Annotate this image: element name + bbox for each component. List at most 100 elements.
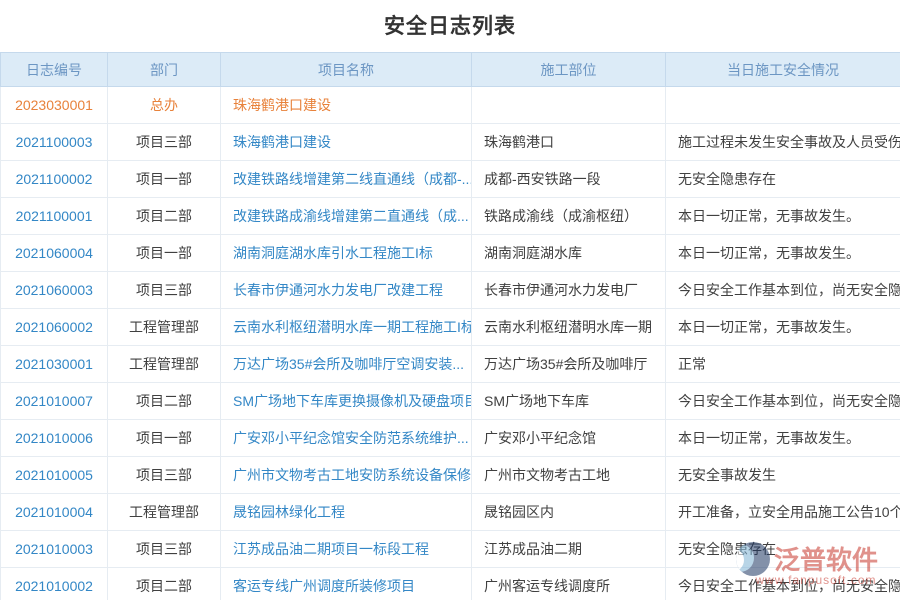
project-name-cell: 云南水利枢纽潜明水库一期工程施工I标 (221, 309, 472, 346)
log-id-link[interactable]: 2021010007 (15, 393, 93, 409)
log-id-cell: 2021030001 (1, 346, 108, 383)
status-cell: 施工过程未发生安全事故及人员受伤情况 (666, 124, 900, 161)
department-cell: 项目三部 (108, 272, 221, 309)
status-cell: 今日安全工作基本到位，尚无安全隐患... (666, 568, 900, 600)
safety-log-table: 日志编号 部门 项目名称 施工部位 当日施工安全情况 2023030001总办珠… (0, 52, 900, 600)
table-row: 2021010003项目三部江苏成品油二期项目一标段工程江苏成品油二期无安全隐患… (1, 531, 900, 568)
project-name-cell: 晟铭园林绿化工程 (221, 494, 472, 531)
department-cell: 项目三部 (108, 457, 221, 494)
log-id-cell: 2021060004 (1, 235, 108, 272)
project-name-link[interactable]: 湖南洞庭湖水库引水工程施工I标 (233, 245, 433, 261)
table-row: 2023030001 总办珠海鹤港口建设 (1, 87, 900, 124)
project-name-link[interactable]: 晟铭园林绿化工程 (233, 504, 345, 520)
location-cell: 广州市文物考古工地 (472, 457, 666, 494)
status-cell: 本日一切正常，无事故发生。 (666, 198, 900, 235)
project-name-link[interactable]: 改建铁路成渝线增建第二直通线（成... (233, 208, 469, 224)
project-name-cell: 湖南洞庭湖水库引水工程施工I标 (221, 235, 472, 272)
project-name-cell: 万达广场35#会所及咖啡厅空调安装... (221, 346, 472, 383)
status-cell: 开工准备，立安全用品施工公告10个，... (666, 494, 900, 531)
log-id-cell: 2021010007 (1, 383, 108, 420)
table-row: 2021060003项目三部长春市伊通河水力发电厂改建工程长春市伊通河水力发电厂… (1, 272, 900, 309)
log-id-cell: 2023030001 (1, 87, 108, 124)
column-header-safety-status: 当日施工安全情况 (666, 53, 900, 87)
project-name-cell: 广州市文物考古工地安防系统设备保修 (221, 457, 472, 494)
department-cell: 项目一部 (108, 161, 221, 198)
log-id-link[interactable]: 2021100001 (16, 208, 93, 224)
log-id-cell: 2021100001 (1, 198, 108, 235)
project-name-cell: 改建铁路线增建第二线直通线（成都-... (221, 161, 472, 198)
department-cell: 项目二部 (108, 198, 221, 235)
project-name-link[interactable]: 客运专线广州调度所装修项目 (233, 578, 415, 594)
department-cell: 工程管理部 (108, 346, 221, 383)
log-table-body: 2023030001 总办珠海鹤港口建设 2021100003 项目三部 珠海鹤港口建设… (1, 87, 900, 600)
log-id-link[interactable]: 2021010006 (15, 430, 93, 446)
project-name-link[interactable]: SM广场地下车库更换摄像机及硬盘项目 (233, 393, 472, 409)
department-cell: 项目一部 (108, 235, 221, 272)
log-id-cell: 2021060002 (1, 309, 108, 346)
log-id-link[interactable]: 2021100002 (16, 171, 93, 187)
project-name-link[interactable]: 珠海鹤港口建设 (233, 134, 331, 150)
log-id-link[interactable]: 2021060004 (15, 245, 93, 261)
log-id-link[interactable]: 2021030001 (15, 356, 93, 372)
log-id-link[interactable]: 2021010005 (15, 467, 93, 483)
log-id-link[interactable]: 2021060002 (15, 319, 93, 335)
location-cell: 铁路成渝线（成渝枢纽） (472, 198, 666, 235)
project-name-cell: 改建铁路成渝线增建第二直通线（成... (221, 198, 472, 235)
location-cell: 珠海鹤港口 (472, 124, 666, 161)
log-id-link[interactable]: 2021010003 (15, 541, 93, 557)
log-id-link[interactable]: 2023030001 (15, 97, 93, 113)
log-id-cell: 2021060003 (1, 272, 108, 309)
location-cell: 万达广场35#会所及咖啡厅 (472, 346, 666, 383)
log-id-cell: 2021010006 (1, 420, 108, 457)
project-name-cell: 长春市伊通河水力发电厂改建工程 (221, 272, 472, 309)
project-name-link[interactable]: 万达广场35#会所及咖啡厅空调安装... (233, 356, 464, 372)
location-cell: 广安邓小平纪念馆 (472, 420, 666, 457)
log-id-cell: 2021010003 (1, 531, 108, 568)
log-id-link[interactable]: 2021100003 (16, 134, 93, 150)
column-header-department: 部门 (108, 53, 221, 87)
project-name-cell: 客运专线广州调度所装修项目 (221, 568, 472, 600)
project-name-link[interactable]: 云南水利枢纽潜明水库一期工程施工I标 (233, 319, 472, 335)
table-row: 2021100001 项目二部改建铁路成渝线增建第二直通线（成...铁路成渝线（成… (1, 198, 900, 235)
table-row: 2021030001 工程管理部万达广场35#会所及咖啡厅空调安装... 万达广场3… (1, 346, 900, 383)
project-name-cell: SM广场地下车库更换摄像机及硬盘项目 (221, 383, 472, 420)
project-name-cell: 广安邓小平纪念馆安全防范系统维护... (221, 420, 472, 457)
status-cell: 今日安全工作基本到位，尚无安全隐患... (666, 383, 900, 420)
log-id-link[interactable]: 2021010002 (15, 578, 93, 594)
table-row: 2021100003项目三部珠海鹤港口建设珠海鹤港口施工过程未发生安全事故及人员… (1, 124, 900, 161)
table-row: 2021010002项目二部客运专线广州调度所装修项目广州客运专线调度所今日安全… (1, 568, 900, 600)
department-cell: 总办 (108, 87, 221, 124)
department-cell: 工程管理部 (108, 494, 221, 531)
log-id-cell: 2021010004 (1, 494, 108, 531)
table-row: 2021010004 工程管理部晟铭园林绿化工程 晟铭园区内开工准备，立安全用品施工… (1, 494, 900, 531)
table-row: 2021010005 项目三部广州市文物考古工地安防系统设备保修广州市文物考古工地… (1, 457, 900, 494)
log-id-link[interactable]: 2021060003 (15, 282, 93, 298)
project-name-link[interactable]: 长春市伊通河水力发电厂改建工程 (233, 282, 443, 298)
project-name-link[interactable]: 广州市文物考古工地安防系统设备保修 (233, 467, 471, 483)
status-cell: 无安全隐患存在 (666, 161, 900, 198)
department-cell: 项目二部 (108, 383, 221, 420)
project-name-cell: 江苏成品油二期项目一标段工程 (221, 531, 472, 568)
log-id-cell: 2021100003 (1, 124, 108, 161)
location-cell: SM广场地下车库 (472, 383, 666, 420)
status-cell: 本日一切正常，无事故发生。 (666, 420, 900, 457)
project-name-link[interactable]: 改建铁路线增建第二线直通线（成都-... (233, 171, 472, 187)
project-name-link[interactable]: 广安邓小平纪念馆安全防范系统维护... (233, 430, 469, 446)
status-cell: 无安全事故发生 (666, 457, 900, 494)
log-id-cell: 2021010005 (1, 457, 108, 494)
department-cell: 项目一部 (108, 420, 221, 457)
log-id-link[interactable]: 2021010004 (15, 504, 93, 520)
project-name-link[interactable]: 珠海鹤港口建设 (233, 97, 331, 113)
column-header-project-name: 项目名称 (221, 53, 472, 87)
project-name-link[interactable]: 江苏成品油二期项目一标段工程 (233, 541, 429, 557)
location-cell: 晟铭园区内 (472, 494, 666, 531)
log-id-cell: 2021100002 (1, 161, 108, 198)
log-id-cell: 2021010002 (1, 568, 108, 600)
status-cell: 本日一切正常，无事故发生。 (666, 235, 900, 272)
status-cell (666, 87, 900, 124)
location-cell: 云南水利枢纽潜明水库一期 (472, 309, 666, 346)
table-row: 2021060002工程管理部云南水利枢纽潜明水库一期工程施工I标云南水利枢纽潜… (1, 309, 900, 346)
location-cell (472, 87, 666, 124)
column-header-location: 施工部位 (472, 53, 666, 87)
table-row: 2021060004项目一部湖南洞庭湖水库引水工程施工I标湖南洞庭湖水库本日一切… (1, 235, 900, 272)
